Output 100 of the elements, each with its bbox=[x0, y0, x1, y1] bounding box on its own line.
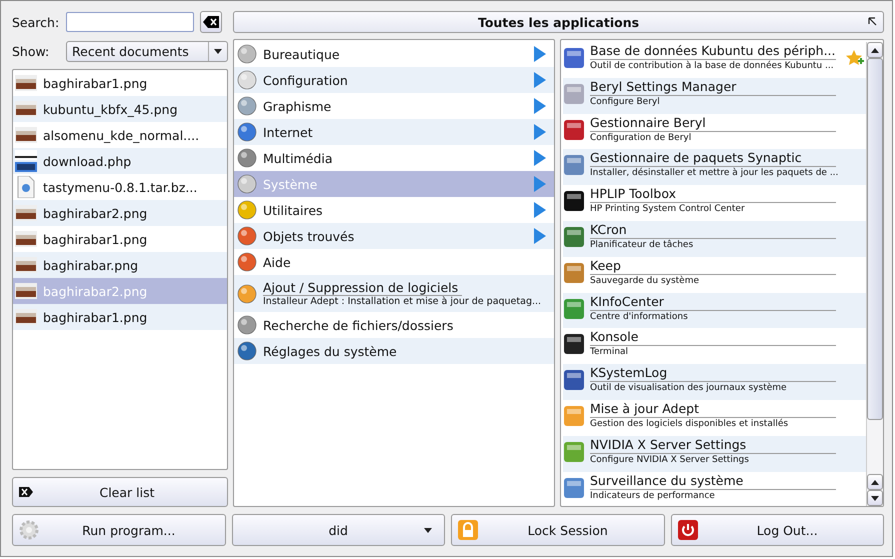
application-item[interactable]: Mise à jour Adept Gestion des logiciels disponibles et installés bbox=[563, 400, 866, 436]
search-field[interactable] bbox=[66, 12, 194, 32]
image-file-icon bbox=[15, 126, 37, 144]
application-icon bbox=[563, 440, 585, 463]
document-item[interactable]: download.php bbox=[13, 148, 227, 174]
application-description: Outil de contribution à la base de données Kubuntu ... bbox=[590, 60, 834, 73]
submenu-arrow-icon bbox=[534, 150, 546, 166]
document-item[interactable]: baghirabar1.png bbox=[13, 304, 227, 330]
application-item[interactable]: Gestionnaire de paquets Synaptic Installer, désinstaller et mettre à jour les paquets de ... bbox=[563, 149, 866, 186]
application-item[interactable]: HPLIP Toolbox HP Printing System Control Center bbox=[563, 185, 866, 221]
application-item[interactable]: KCron Planificateur de tâches bbox=[563, 220, 866, 257]
lock-session-button[interactable]: Lock Session bbox=[451, 514, 664, 546]
image-file-icon bbox=[15, 308, 37, 326]
category-icon bbox=[236, 69, 258, 91]
log-out-button[interactable]: Log Out... bbox=[670, 514, 884, 546]
category-item[interactable]: Graphisme bbox=[234, 93, 554, 119]
application-item[interactable]: Keep Sauvegarde du système bbox=[563, 256, 866, 293]
submenu-arrow-icon bbox=[534, 124, 546, 140]
application-description: HP Printing System Control Center bbox=[590, 203, 745, 216]
up-arrow-icon[interactable] bbox=[871, 480, 879, 484]
application-description: Indicateurs de performance bbox=[590, 490, 715, 503]
application-item[interactable]: KInfoCenter Centre d'informations bbox=[563, 292, 866, 328]
image-file-icon bbox=[15, 256, 37, 274]
application-icon bbox=[563, 226, 585, 248]
category-icon bbox=[236, 121, 258, 143]
application-description: Configuration de Beryl bbox=[590, 132, 692, 145]
scrollbar[interactable] bbox=[866, 42, 883, 506]
document-item[interactable]: baghirabar1.png bbox=[13, 226, 227, 252]
application-icon bbox=[563, 333, 585, 356]
submenu-arrow-icon bbox=[534, 72, 546, 88]
category-item[interactable]: Recherche de fichiers/dossiers bbox=[234, 312, 554, 338]
search-label: Search: bbox=[12, 14, 60, 30]
category-item[interactable]: Ajout / Suppression de logiciels Installeur Adept : Installation et mise à jour de paquetag... bbox=[234, 275, 554, 312]
application-description: Installer, désinstaller et mettre à jour les paquets de ... bbox=[590, 167, 838, 180]
application-icon bbox=[563, 47, 585, 69]
application-item[interactable]: Gestionnaire Beryl Configuration de Beryl bbox=[563, 114, 866, 150]
application-icon bbox=[563, 118, 585, 141]
category-item[interactable]: Objets trouvés bbox=[234, 223, 554, 249]
up-arrow-icon[interactable] bbox=[871, 48, 879, 52]
application-item[interactable]: Surveillance du système Indicateurs de performance bbox=[563, 472, 866, 506]
category-item[interactable]: Configuration bbox=[234, 67, 554, 93]
category-icon bbox=[236, 173, 258, 195]
user-dropdown[interactable]: did bbox=[232, 514, 445, 546]
document-item[interactable]: tastymenu-0.8.1.tar.bz... bbox=[13, 174, 227, 200]
submenu-arrow-icon bbox=[534, 46, 546, 62]
category-item[interactable]: Utilitaires bbox=[234, 197, 554, 223]
power-icon bbox=[678, 520, 698, 540]
category-item[interactable]: Aide bbox=[234, 249, 554, 275]
category-item[interactable]: Multimédia bbox=[234, 145, 554, 171]
document-item[interactable]: baghirabar1.png bbox=[13, 70, 227, 96]
arrow-icon[interactable] bbox=[868, 17, 877, 26]
category-icon bbox=[236, 251, 258, 273]
image-file-icon bbox=[15, 282, 37, 300]
application-icon bbox=[563, 190, 585, 212]
document-item[interactable]: alsomenu_kde_normal.... bbox=[13, 122, 227, 148]
submenu-arrow-icon bbox=[534, 202, 546, 218]
application-description: Gestion des logiciels disponibles et installés bbox=[590, 418, 788, 431]
lock-icon bbox=[458, 520, 478, 540]
category-item[interactable]: Internet bbox=[234, 119, 554, 145]
application-item[interactable]: Beryl Settings Manager Configure Beryl bbox=[563, 78, 866, 114]
run-program-button[interactable]: Run program... bbox=[12, 514, 226, 546]
category-icon bbox=[236, 95, 258, 117]
application-description: Sauvegarde du système bbox=[590, 274, 700, 288]
application-icon bbox=[563, 262, 585, 284]
submenu-arrow-icon bbox=[534, 228, 546, 244]
show-label: Show: bbox=[12, 44, 50, 58]
category-item[interactable]: Réglages du système bbox=[234, 338, 554, 364]
show-dropdown[interactable]: Recent documents bbox=[66, 40, 228, 62]
application-icon bbox=[563, 298, 585, 320]
caret-icon bbox=[424, 528, 432, 532]
file-icon bbox=[15, 176, 37, 198]
clear-list-button[interactable]: Clear list bbox=[12, 477, 228, 507]
application-icon bbox=[563, 154, 585, 176]
application-item[interactable]: NVIDIA X Server Settings Configure NVIDIA X Server Settings bbox=[563, 436, 866, 472]
clear-icon bbox=[19, 487, 33, 497]
application-item[interactable]: KSystemLog Outil de visualisation des journaux système bbox=[563, 364, 866, 400]
star-add-icon[interactable] bbox=[846, 50, 864, 67]
document-item[interactable]: baghirabar2.png bbox=[13, 200, 227, 226]
document-item[interactable]: kubuntu_kbfx_45.png bbox=[13, 96, 227, 122]
category-icon bbox=[236, 314, 258, 336]
gear-icon bbox=[19, 520, 39, 540]
category-icon bbox=[236, 340, 258, 362]
image-file-icon bbox=[15, 230, 37, 248]
backspace-icon bbox=[203, 16, 219, 28]
submenu-arrow-icon bbox=[534, 176, 546, 192]
application-item[interactable]: Konsole Terminal bbox=[563, 328, 866, 364]
category-item[interactable]: Bureautique bbox=[234, 41, 554, 67]
application-icon bbox=[563, 369, 585, 392]
application-description: Centre d'informations bbox=[590, 310, 688, 324]
image-file-icon bbox=[15, 74, 37, 92]
document-item[interactable]: baghirabar.png bbox=[13, 252, 227, 278]
clear-search-button[interactable] bbox=[200, 11, 222, 33]
category-icon bbox=[236, 43, 258, 65]
application-item[interactable]: Base de données Kubuntu des périph... Outil de contribution à la base de données Kubuntu ... bbox=[563, 42, 866, 78]
application-icon bbox=[563, 82, 585, 105]
category-description: Installeur Adept : Installation et mise à jour de paquetag... bbox=[263, 296, 542, 307]
down-arrow-icon[interactable] bbox=[871, 496, 879, 500]
application-description: Configure Beryl bbox=[590, 96, 660, 109]
category-icon bbox=[236, 225, 258, 247]
application-description: Terminal bbox=[590, 346, 628, 360]
